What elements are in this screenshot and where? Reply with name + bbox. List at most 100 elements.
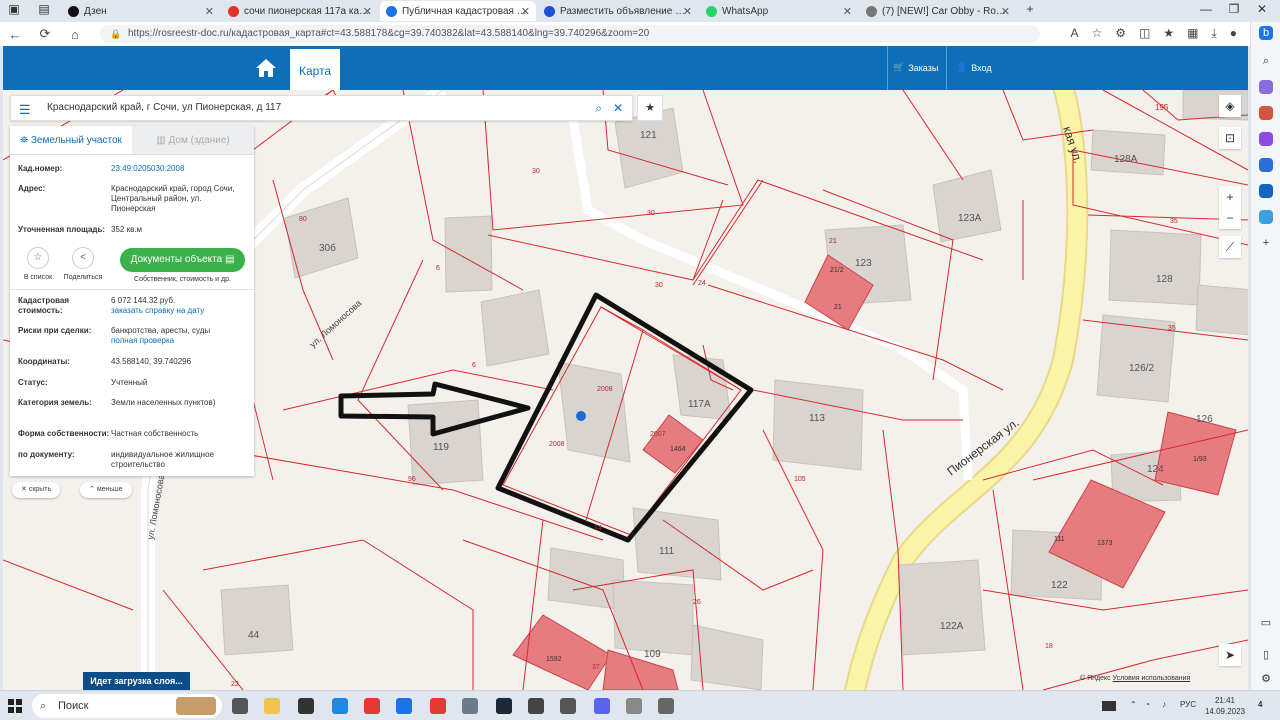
read-aloud-icon[interactable]: A (1070, 26, 1078, 41)
task-view-icon[interactable] (232, 698, 248, 714)
notifications-badge[interactable]: 4 (1258, 700, 1262, 709)
restore-button[interactable]: ❐ (1224, 2, 1244, 16)
parcel-label: 35 (1170, 218, 1178, 225)
close-icon[interactable]: ✕ (683, 5, 692, 18)
yandex-browser-icon[interactable] (364, 698, 380, 714)
chevron-up-icon[interactable]: ⌃ (1130, 700, 1137, 709)
tab-map[interactable]: Карта (290, 46, 341, 90)
wifi-icon[interactable]: ◔ (1145, 700, 1150, 709)
close-icon[interactable]: ✕ (205, 5, 214, 18)
close-icon[interactable]: ✕ (521, 5, 530, 18)
minimize-button[interactable]: — (1196, 2, 1216, 16)
store-icon[interactable] (298, 698, 314, 714)
favorite-star-icon[interactable]: ☆ (1091, 26, 1102, 41)
parcel-label: 2008 (597, 386, 613, 393)
measure-icon[interactable]: ⊡ (1219, 127, 1241, 149)
refresh-icon[interactable]: ⟳ (30, 26, 60, 42)
profile-icon[interactable]: ▣ (4, 2, 24, 16)
full-check-link[interactable]: полная проверка (111, 336, 174, 345)
user-avatar-icon[interactable]: ● (1230, 26, 1237, 41)
favorites-icon[interactable]: ★ (1163, 26, 1174, 41)
taskbar-search[interactable]: ⌕ Поиск (32, 694, 222, 718)
app-icon[interactable] (658, 698, 674, 714)
outlook-icon[interactable] (1259, 184, 1273, 198)
red-building-label: 1592 (546, 656, 562, 663)
tools-icon[interactable] (1259, 106, 1273, 120)
tab-whatsapp[interactable]: WhatsApp ✕ (700, 1, 858, 21)
games-icon[interactable] (1259, 132, 1273, 146)
extensions-icon[interactable]: ⚙ (1115, 26, 1126, 41)
tab-actions-icon[interactable]: ▤ (34, 2, 54, 16)
app-icon[interactable] (462, 698, 478, 714)
window-close-button[interactable]: ✕ (1252, 2, 1272, 16)
close-icon[interactable]: ✕ (1001, 5, 1010, 18)
tab-land-plot[interactable]: ⛯ Земельный участок (10, 126, 132, 154)
discord-icon[interactable] (594, 698, 610, 714)
parcel-label: 105 (794, 476, 806, 483)
geolocation-icon[interactable]: ➤ (1219, 644, 1241, 666)
close-icon[interactable]: ✕ (843, 5, 852, 18)
settings-gear-icon[interactable]: ⚙ (1259, 672, 1273, 686)
tab-yandex-search[interactable]: сочи пионерская 117а кадастр ✕ (222, 1, 378, 21)
downloads-icon[interactable]: ⤓ (1211, 26, 1216, 41)
yandex-icon[interactable] (430, 698, 446, 714)
search-icon[interactable]: ⌕ (595, 101, 602, 116)
address-bar[interactable]: 🔒 https://rosreestr-doc.ru/кадастровая_к… (100, 25, 1040, 43)
taskbar-clock[interactable]: 21:41 14.09.2023 (1200, 695, 1250, 717)
user-icon: 👤 (956, 62, 968, 72)
collapse-panel-button[interactable]: ⌃ меньше (80, 482, 132, 498)
tab-roblox[interactable]: (7) [NEW!] Car Obby - Roblox ✕ (860, 1, 1016, 21)
back-icon[interactable]: ← (0, 27, 30, 42)
close-icon[interactable]: ✕ (363, 5, 372, 18)
clear-icon[interactable]: ✕ (613, 101, 623, 115)
layers-icon[interactable]: ◈ (1219, 95, 1241, 117)
orders-link[interactable]: 🛒 Заказы (893, 62, 938, 73)
hide-panel-button[interactable]: ✕ скрыть (12, 482, 61, 498)
mail-icon[interactable] (332, 698, 348, 714)
parcel-label: 6 (436, 265, 440, 272)
app-icon[interactable] (560, 698, 576, 714)
shopping-tag-icon[interactable] (1259, 80, 1273, 94)
app-icon[interactable] (626, 698, 642, 714)
sidebar-layout-icon[interactable]: ▭ (1259, 616, 1273, 630)
search-input[interactable]: Краснодарский край, г Сочи, ул Пионерска… (47, 102, 281, 113)
edge-browser-icon[interactable] (396, 698, 412, 714)
home-icon[interactable] (255, 58, 277, 78)
tab-cadastral-map[interactable]: Публичная кадастровая карта ✕ (380, 1, 536, 21)
tab-avito[interactable]: Разместить объявление о прод✕ (538, 1, 698, 21)
selected-point-marker[interactable] (576, 411, 586, 421)
split-screen-icon[interactable]: ◫ (1139, 26, 1150, 41)
order-certificate-link[interactable]: заказать справку на дату (111, 306, 204, 315)
volume-icon[interactable]: ♪ (1162, 700, 1166, 709)
address-search[interactable]: ☰ Краснодарский край, г Сочи, ул Пионерс… (10, 95, 633, 121)
add-icon[interactable]: + (1259, 236, 1273, 250)
keyboard-icon[interactable] (1102, 701, 1116, 711)
ruler-icon[interactable]: ⟋ (1219, 236, 1241, 258)
favorite-star-icon[interactable]: ★ (637, 95, 663, 121)
microsoft365-icon[interactable] (1259, 158, 1273, 172)
new-tab-button[interactable]: + (1020, 2, 1040, 16)
add-to-list-button[interactable]: ☆ В список (13, 247, 63, 281)
app-icon[interactable] (528, 698, 544, 714)
bing-icon[interactable]: b (1259, 26, 1273, 40)
tab-building[interactable]: ▥ Дом (здание) (132, 126, 254, 154)
search-icon[interactable]: ⌕ (1259, 54, 1273, 68)
menu-icon[interactable]: ☰ (19, 102, 31, 118)
zoom-in-button[interactable]: + (1219, 186, 1241, 208)
windows-start-icon[interactable] (8, 699, 22, 713)
terms-link[interactable]: Условия использования (1113, 675, 1191, 682)
zoom-out-button[interactable]: − (1219, 207, 1241, 229)
building-label: 126 (1196, 414, 1213, 425)
file-explorer-icon[interactable] (264, 698, 280, 714)
split-icon[interactable]: ▯ (1259, 648, 1273, 662)
drop-icon[interactable] (1259, 210, 1273, 224)
collections-icon[interactable]: ▦ (1187, 26, 1198, 41)
steam-icon[interactable] (496, 698, 512, 714)
building-label: 123 (855, 258, 872, 269)
tab-dzen[interactable]: Дзен ✕ (62, 1, 220, 21)
language-indicator[interactable]: РУС (1180, 700, 1196, 709)
home-icon[interactable]: ⌂ (60, 27, 90, 42)
login-link[interactable]: 👤 Вход (956, 62, 992, 73)
share-button[interactable]: < Поделиться (58, 247, 108, 281)
object-documents-button[interactable]: Документы объекта ▤ (120, 248, 245, 272)
